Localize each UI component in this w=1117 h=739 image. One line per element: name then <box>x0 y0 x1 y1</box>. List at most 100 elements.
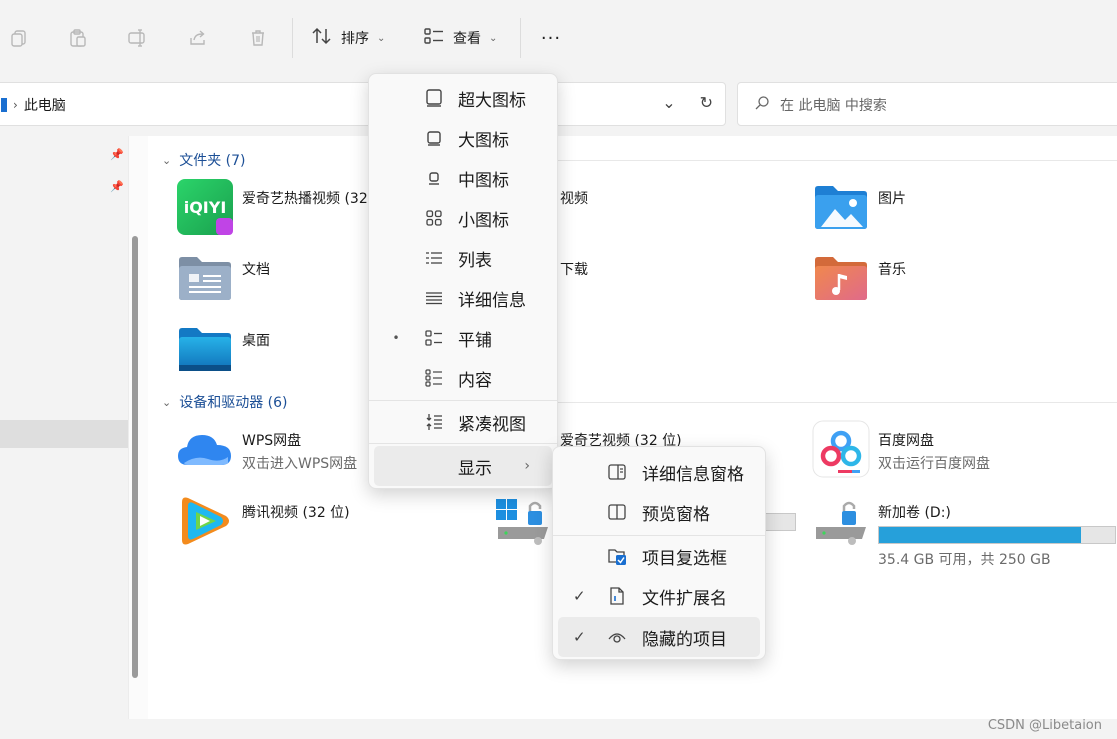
system-drive-icon <box>494 492 552 550</box>
watermark: CSDN @Libetaion <box>987 718 1102 733</box>
drive-free-space: 35.4 GB 可用，共 250 GB <box>878 552 1051 568</box>
menu-item-list[interactable]: 列表 <box>369 238 557 278</box>
view-icon <box>423 26 445 50</box>
drive-baidu-netdisk[interactable]: 百度网盘 双击运行百度网盘 <box>812 420 990 478</box>
chevron-down-icon: ⌄ <box>489 32 498 44</box>
music-folder-icon <box>812 249 870 307</box>
eye-icon <box>606 626 628 648</box>
menu-item-details-pane[interactable]: 详细信息窗格 <box>553 452 765 492</box>
documents-folder-icon <box>176 249 234 307</box>
drive-tencent-video[interactable]: 腾讯视频 (32 位) <box>176 492 350 550</box>
menu-item-item-checkboxes[interactable]: 项目复选框 <box>553 536 765 576</box>
drive-d[interactable]: 新加卷 (D:) 35.4 GB 可用，共 250 GB <box>812 492 1116 569</box>
folder-iqiyi-hot[interactable]: iQIYI 爱奇艺热播视频 (32 <box>176 178 368 236</box>
folder-name: 爱奇艺热播视频 (32 <box>242 191 368 207</box>
drive-name: 腾讯视频 (32 位) <box>242 505 350 521</box>
sort-label: 排序 <box>341 31 369 47</box>
share-icon[interactable] <box>182 22 214 54</box>
menu-item-hidden-items[interactable]: ✓ 隐藏的项目 <box>558 617 760 657</box>
preview-pane-icon <box>606 501 628 523</box>
compact-view-icon <box>423 411 445 433</box>
group-header-folders[interactable]: ⌄ 文件夹 (7) <box>162 150 246 170</box>
drive-usage-bar <box>878 526 1116 544</box>
selected-bullet-icon: • <box>392 331 400 345</box>
desktop-folder-icon <box>176 320 234 378</box>
chevron-down-icon: ⌄ <box>162 153 172 167</box>
menu-item-tiles[interactable]: • 平铺 <box>369 318 557 358</box>
chevron-down-icon: ⌄ <box>162 395 172 409</box>
view-label: 查看 <box>453 31 481 47</box>
baidu-netdisk-icon <box>812 420 870 478</box>
large-icons-icon <box>423 127 445 149</box>
menu-item-small-icons[interactable]: 小图标 <box>369 198 557 238</box>
chevron-right-icon[interactable]: › <box>13 98 18 112</box>
chevron-right-icon: › <box>524 458 530 474</box>
drive-name: 百度网盘 <box>878 433 934 449</box>
menu-item-show[interactable]: 显示 › <box>374 446 552 486</box>
sort-icon <box>311 26 333 50</box>
drive-system[interactable] <box>494 492 560 550</box>
menu-item-file-extensions[interactable]: ✓ 文件扩展名 <box>553 576 765 616</box>
chevron-down-icon: ⌄ <box>377 32 386 44</box>
command-bar: 排序 ⌄ 查看 ⌄ ··· <box>0 0 1117 72</box>
folder-documents[interactable]: 文档 <box>176 249 270 307</box>
drive-usage-fill <box>879 527 1082 543</box>
drive-desc: 双击进入WPS网盘 <box>242 456 358 472</box>
refresh-icon[interactable]: ↻ <box>700 93 713 112</box>
menu-separator <box>369 400 557 401</box>
checkmark-icon: ✓ <box>573 587 586 605</box>
folder-name: 文档 <box>242 262 270 278</box>
menu-item-large-icons[interactable]: 大图标 <box>369 118 557 158</box>
menu-item-compact-view[interactable]: 紧凑视图 <box>369 402 557 442</box>
address-bar[interactable]: › 此电脑 ⌄ ↻ <box>0 82 726 126</box>
nav-selected-item[interactable] <box>0 420 128 448</box>
pictures-folder-icon <box>812 178 870 236</box>
medium-icons-icon <box>423 167 445 189</box>
folder-music[interactable]: 音乐 <box>812 249 906 307</box>
delete-icon[interactable] <box>242 22 274 54</box>
drive-d-icon <box>812 492 870 550</box>
search-icon <box>754 95 770 115</box>
copy-icon[interactable] <box>3 22 35 54</box>
show-submenu: 详细信息窗格 预览窗格 项目复选框 ✓ 文件扩展名 ✓ 隐藏的项目 <box>552 446 766 660</box>
menu-item-extra-large-icons[interactable]: 超大图标 <box>369 78 557 118</box>
group-header-drives[interactable]: ⌄ 设备和驱动器 (6) <box>162 392 288 412</box>
menu-item-details[interactable]: 详细信息 <box>369 278 557 318</box>
menu-item-medium-icons[interactable]: 中图标 <box>369 158 557 198</box>
folder-name: 图片 <box>878 191 906 207</box>
view-button[interactable]: 查看 ⌄ <box>423 26 497 50</box>
toolbar-separator <box>520 18 521 58</box>
content-view-icon <box>423 367 445 389</box>
pin-icon[interactable]: 📌 <box>110 180 124 193</box>
wps-cloud-icon <box>176 420 234 478</box>
pin-icon[interactable]: 📌 <box>110 148 124 161</box>
drive-wps-cloud[interactable]: WPS网盘 双击进入WPS网盘 <box>176 420 357 478</box>
search-input[interactable]: 在 此电脑 中搜索 <box>737 82 1117 126</box>
drive-name: WPS网盘 <box>242 433 302 449</box>
list-view-icon <box>423 247 445 269</box>
tencent-video-icon <box>176 492 234 550</box>
extra-large-icons-icon <box>423 87 445 109</box>
folder-name: 下载 <box>560 262 588 278</box>
this-pc-icon <box>1 98 7 112</box>
menu-item-content[interactable]: 内容 <box>369 358 557 398</box>
folder-pictures[interactable]: 图片 <box>812 178 906 236</box>
breadcrumb-this-pc[interactable]: 此电脑 <box>24 95 66 115</box>
tiles-view-icon <box>423 327 445 349</box>
folder-name: 桌面 <box>242 333 270 349</box>
checkbox-folder-icon <box>606 545 628 567</box>
sort-button[interactable]: 排序 ⌄ <box>311 26 385 50</box>
more-options-button[interactable]: ··· <box>539 26 563 50</box>
view-menu: 超大图标 大图标 中图标 小图标 列表 详细信息 • 平铺 内容 紧凑视图 显示… <box>368 73 558 489</box>
drive-name: 新加卷 (D:) <box>878 505 951 521</box>
folder-desktop[interactable]: 桌面 <box>176 320 270 378</box>
folder-name: 视频 <box>560 191 588 207</box>
paste-icon[interactable] <box>62 22 94 54</box>
rename-icon[interactable] <box>122 22 154 54</box>
breadcrumb: › 此电脑 <box>1 95 66 115</box>
drive-usage-bar <box>764 513 796 531</box>
nav-scrollbar-thumb[interactable] <box>132 236 138 678</box>
chevron-down-icon[interactable]: ⌄ <box>662 93 675 112</box>
menu-item-preview-pane[interactable]: 预览窗格 <box>553 492 765 532</box>
search-placeholder: 在 此电脑 中搜索 <box>780 98 887 114</box>
